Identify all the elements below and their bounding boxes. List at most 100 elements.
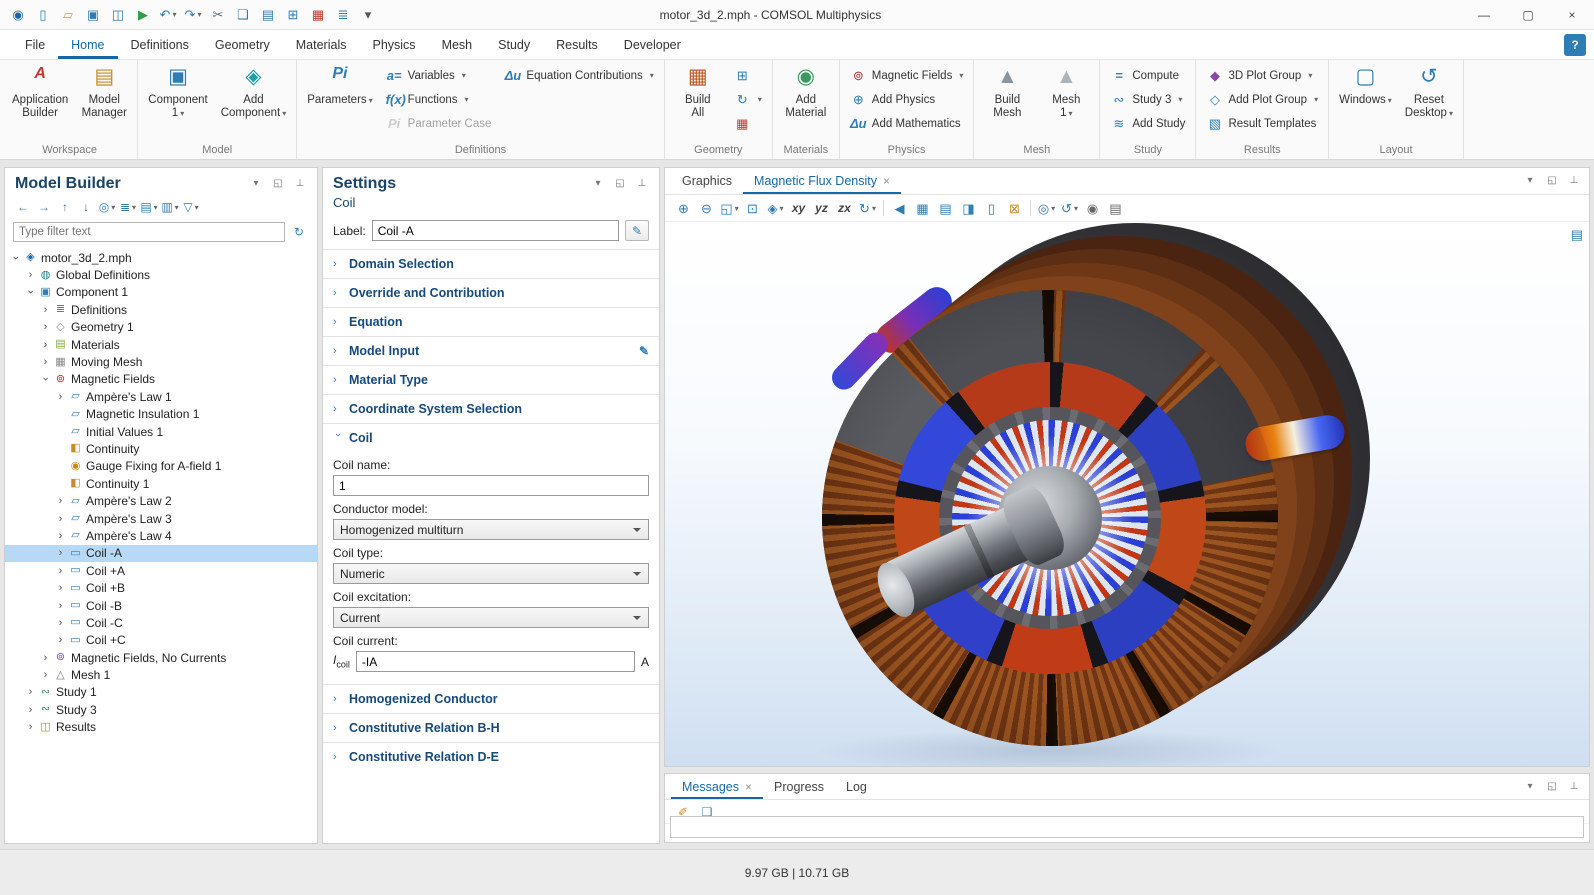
cut-button[interactable]: ✂	[206, 3, 230, 27]
maximize-button[interactable]: ▢	[1506, 0, 1550, 30]
image-grid-button[interactable]: ▤	[935, 198, 956, 219]
tree-item-study-3[interactable]: ›∾Study 3	[5, 701, 317, 718]
delete-button[interactable]: ▦	[306, 3, 330, 27]
ribbon-model-manager-button[interactable]: ▤Model Manager	[76, 62, 132, 121]
tree-item-materials[interactable]: ›▤Materials	[5, 336, 317, 353]
rotate-button[interactable]: ↻▾	[857, 198, 878, 219]
tree-item-amp-re-s-law-3[interactable]: ›▱Ampère's Law 3	[5, 510, 317, 527]
forward-button[interactable]: →	[34, 197, 54, 217]
expand-chevron-icon[interactable]: ›	[54, 391, 67, 403]
view-yz-button[interactable]: yz	[811, 198, 832, 219]
section-material-type-header[interactable]: ›Material Type	[323, 366, 659, 394]
tab-results[interactable]: Results	[543, 30, 611, 59]
ribbon-component-1-button[interactable]: ▣Component 1▾	[143, 62, 212, 121]
collapse-panel-button[interactable]: ▾	[589, 176, 607, 192]
tab-progress[interactable]: Progress	[763, 774, 835, 799]
tree-item-magnetic-fields[interactable]: ›⊚Magnetic Fields	[5, 371, 317, 388]
tab-graphics[interactable]: Graphics	[671, 168, 743, 194]
ribbon-result-templates-button[interactable]: ▧Result Templates	[1201, 112, 1323, 135]
expand-chevron-icon[interactable]: ›	[54, 530, 67, 542]
section-model-input-header[interactable]: ›Model Input✎	[323, 337, 659, 365]
show-button[interactable]: ◎▾	[97, 197, 117, 217]
split-view-button[interactable]: ◨	[958, 198, 979, 219]
go-to-view-button[interactable]: ◈▾	[765, 198, 786, 219]
expand-chevron-icon[interactable]: ›	[39, 321, 52, 333]
grouping-button[interactable]: ▥▾	[160, 197, 180, 217]
tree-item-coil-a[interactable]: ›▭Coil +A	[5, 562, 317, 579]
ribbon-rebuild-button[interactable]: ↻▾	[729, 88, 767, 111]
ribbon-functions-button[interactable]: f(x)Functions▾	[381, 88, 497, 111]
ribbon-mesh-1-button[interactable]: ▲Mesh 1▾	[1038, 62, 1094, 121]
ribbon-parameter-case-button[interactable]: PiParameter Case	[381, 112, 497, 135]
tab-log[interactable]: Log	[835, 774, 878, 799]
tree-filter-input[interactable]	[13, 222, 285, 242]
tab-geometry[interactable]: Geometry	[202, 30, 283, 59]
context-button[interactable]: ▤	[1571, 227, 1583, 242]
comsol-logo-button[interactable]: ◉	[6, 3, 30, 27]
scene-settings-button[interactable]: ◎▾	[1036, 198, 1057, 219]
tree-item-amp-re-s-law-1[interactable]: ›▱Ampère's Law 1	[5, 388, 317, 405]
ribbon-magnetic-fields-button[interactable]: ⊚Magnetic Fields▾	[845, 64, 969, 87]
tree-item-moving-mesh[interactable]: ›▦Moving Mesh	[5, 353, 317, 370]
coil-excitation-select[interactable]: Current	[333, 607, 649, 628]
section-domain-selection-header[interactable]: ›Domain Selection	[323, 250, 659, 278]
section-coil-header[interactable]: › Coil	[323, 424, 659, 452]
expand-chevron-icon[interactable]: ›	[24, 269, 37, 281]
collapse-panel-button[interactable]: ▾	[1521, 173, 1539, 189]
ribbon-insert-sequence-button[interactable]: ⊞	[729, 64, 767, 87]
close-tab-icon[interactable]: ×	[745, 780, 752, 794]
print-button[interactable]: ▤	[1105, 198, 1126, 219]
rename-button[interactable]: ✎	[625, 220, 649, 241]
tree-item-gauge-fixing-for-a-field-1[interactable]: ◉Gauge Fixing for A-field 1	[5, 458, 317, 475]
float-panel-button[interactable]: ◱	[1543, 779, 1561, 795]
collapse-chevron-icon[interactable]: ›	[10, 251, 22, 264]
ribbon-application-builder-button[interactable]: AApplication Builder	[7, 62, 73, 121]
tree-item-motor-3d-2-mph[interactable]: ›◈motor_3d_2.mph	[5, 249, 317, 266]
tree-item-geometry-1[interactable]: ›◇Geometry 1	[5, 319, 317, 336]
expand-chevron-icon[interactable]: ›	[39, 652, 52, 664]
zoom-box-button[interactable]: ◱▾	[719, 198, 740, 219]
collapse-panel-button[interactable]: ▾	[247, 176, 265, 192]
refresh-plot-button[interactable]: ↺▾	[1059, 198, 1080, 219]
ribbon-add-plot-group-button[interactable]: ◇Add Plot Group▾	[1201, 88, 1323, 111]
tree-item-coil-c[interactable]: ›▭Coil -C	[5, 614, 317, 631]
new-file-button[interactable]: ▯	[31, 3, 55, 27]
ribbon-variables-button[interactable]: a=Variables▾	[381, 64, 497, 87]
coil-name-input[interactable]	[333, 475, 649, 496]
ribbon-delete-sequence-button[interactable]: ▦	[729, 112, 767, 135]
filter-button[interactable]: ▽▾	[181, 197, 201, 217]
section-coordinate-system-selection-header[interactable]: ›Coordinate System Selection	[323, 395, 659, 423]
help-button[interactable]: ?	[1564, 34, 1586, 56]
back-button[interactable]: ←	[13, 197, 33, 217]
pin-panel-button[interactable]: ⊥	[633, 176, 651, 192]
section-homogenized-conductor-header[interactable]: ›Homogenized Conductor	[323, 685, 659, 713]
zoom-in-button[interactable]: ⊕	[673, 198, 694, 219]
pin-panel-button[interactable]: ⊥	[1565, 779, 1583, 795]
tab-developer[interactable]: Developer	[611, 30, 694, 59]
conductor-model-select[interactable]: Homogenized multiturn	[333, 519, 649, 540]
tree-item-coil-c[interactable]: ›▭Coil +C	[5, 632, 317, 649]
tree-item-study-1[interactable]: ›∾Study 1	[5, 684, 317, 701]
plot-table-button[interactable]: ▦	[912, 198, 933, 219]
ribbon-compute-button[interactable]: =Compute	[1105, 64, 1190, 87]
tree-item-mesh-1[interactable]: ›△Mesh 1	[5, 666, 317, 683]
tree-item-component-1[interactable]: ›▣Component 1	[5, 284, 317, 301]
tree-item-coil-b[interactable]: ›▭Coil +B	[5, 579, 317, 596]
copy-button[interactable]: ❑	[231, 3, 255, 27]
collapse-panel-button[interactable]: ▾	[1521, 779, 1539, 795]
paste-button[interactable]: ▤	[256, 3, 280, 27]
tree-item-continuity-1[interactable]: ◧Continuity 1	[5, 475, 317, 492]
tree-item-magnetic-insulation-1[interactable]: ▱Magnetic Insulation 1	[5, 406, 317, 423]
expand-chevron-icon[interactable]: ›	[39, 356, 52, 368]
section-constitutive-relation-d-e-header[interactable]: ›Constitutive Relation D-E	[323, 743, 659, 771]
coil-current-input[interactable]	[356, 651, 635, 672]
ribbon-add-material-button[interactable]: ◉Add Material	[778, 62, 834, 121]
tree-item-global-definitions[interactable]: ›◍Global Definitions	[5, 266, 317, 283]
expand-chevron-icon[interactable]: ›	[39, 339, 52, 351]
ribbon-study-3-button[interactable]: ∾Study 3▾	[1105, 88, 1190, 111]
expand-chevron-icon[interactable]: ›	[24, 686, 37, 698]
close-tab-icon[interactable]: ×	[883, 174, 890, 188]
view-xy-button[interactable]: xy	[788, 198, 809, 219]
ribbon-add-component-button[interactable]: ◈Add Component▾	[216, 62, 291, 121]
ribbon-parameters-button[interactable]: PiParameters▾	[302, 62, 377, 108]
